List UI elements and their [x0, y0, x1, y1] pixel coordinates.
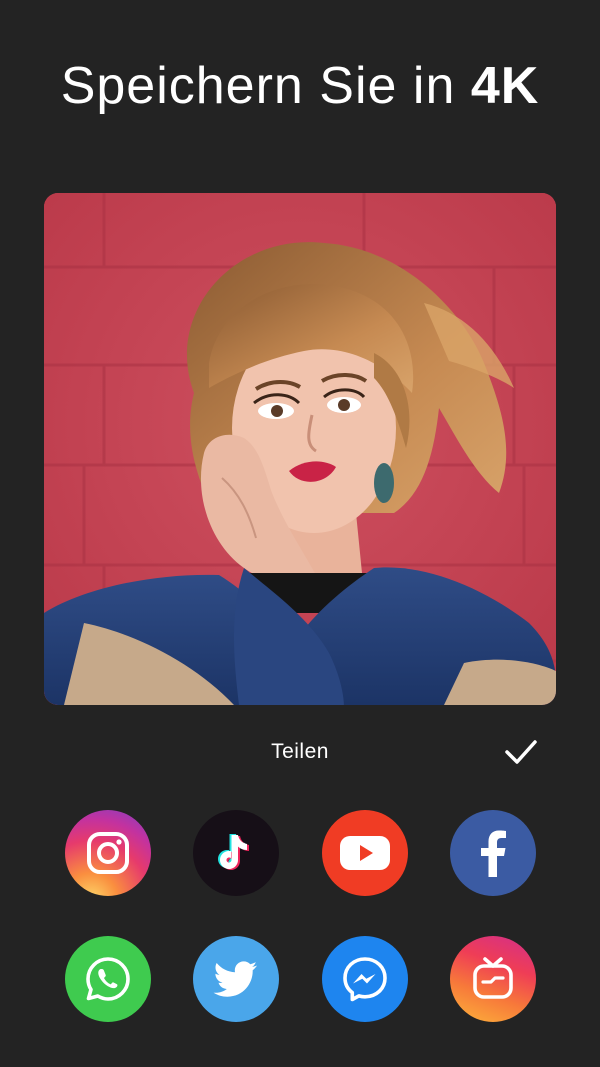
confirm-button[interactable]: [503, 736, 539, 768]
share-whatsapp-button[interactable]: [65, 936, 151, 1022]
share-bar: Teilen: [0, 730, 600, 774]
tiktok-icon: [218, 834, 249, 870]
headline: Speichern Sie in 4K: [0, 54, 600, 118]
share-messenger-button[interactable]: [322, 936, 408, 1022]
headline-resolution: 4K: [470, 57, 540, 115]
share-tiktok-button[interactable]: [193, 810, 279, 896]
share-instagram-button[interactable]: [65, 810, 151, 896]
messenger-icon: [343, 957, 387, 1002]
igtv-icon: [473, 957, 513, 999]
share-igtv-button[interactable]: [450, 936, 536, 1022]
share-facebook-button[interactable]: [450, 810, 536, 896]
facebook-icon: [481, 830, 506, 877]
share-twitter-button[interactable]: [193, 936, 279, 1022]
whatsapp-icon: [86, 957, 130, 1001]
checkmark-icon: [505, 740, 537, 764]
share-youtube-button[interactable]: [322, 810, 408, 896]
portrait-photo: [44, 193, 556, 705]
headline-text: Speichern Sie in: [60, 57, 471, 115]
instagram-icon: [87, 832, 129, 874]
youtube-icon: [340, 836, 390, 870]
twitter-icon: [213, 961, 257, 997]
preview-photo: [44, 193, 556, 705]
